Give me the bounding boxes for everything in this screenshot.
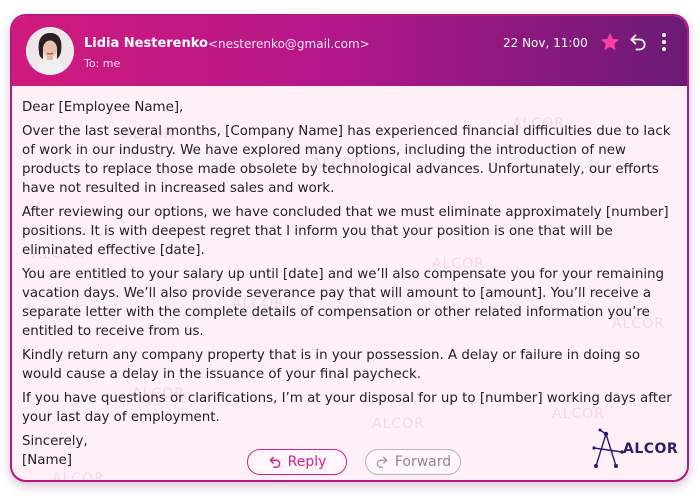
email-closing: Sincerely, xyxy=(22,434,88,449)
email-timestamp: 22 Nov, 11:00 xyxy=(503,36,588,50)
logo-text: ALCOR xyxy=(623,441,679,457)
constellation-logo-icon xyxy=(592,428,624,468)
forward-arrow-icon xyxy=(376,456,388,468)
reply-button[interactable]: Reply xyxy=(247,449,347,475)
reply-arrow-icon[interactable] xyxy=(628,32,648,52)
avatar-portrait-icon xyxy=(27,28,73,74)
reply-button-label: Reply xyxy=(287,454,327,470)
email-header: Lidia Nesterenko <nesterenko@gmail.com> … xyxy=(12,16,687,86)
recipient-line: To: me xyxy=(84,57,121,70)
email-paragraph: Kindly return any company property that … xyxy=(22,348,641,382)
email-paragraph: You are entitled to your salary up until… xyxy=(22,267,665,339)
email-paragraph: If you have questions or clarifications,… xyxy=(22,391,672,425)
star-icon[interactable] xyxy=(599,31,621,53)
email-paragraph: Over the last several months, [Company N… xyxy=(22,124,671,196)
sender-avatar[interactable] xyxy=(26,27,74,75)
email-signature: [Name] xyxy=(22,453,72,468)
watermark-text: ALCOR xyxy=(52,471,105,482)
forward-button-label: Forward xyxy=(394,454,452,470)
sender-email: <nesterenko@gmail.com> xyxy=(208,37,370,51)
email-paragraph: After reviewing our options, we have con… xyxy=(22,205,669,258)
sender-name: Lidia Nesterenko xyxy=(84,36,208,51)
forward-button[interactable]: Forward xyxy=(365,449,461,475)
email-card: Lidia Nesterenko <nesterenko@gmail.com> … xyxy=(10,14,689,482)
reply-arrow-icon xyxy=(269,456,280,468)
email-greeting: Dear [Employee Name], xyxy=(22,100,184,115)
email-body: Dear [Employee Name], Over the last seve… xyxy=(22,98,684,470)
more-vertical-icon[interactable] xyxy=(658,31,670,53)
alcor-logo: ALCOR xyxy=(592,428,682,468)
